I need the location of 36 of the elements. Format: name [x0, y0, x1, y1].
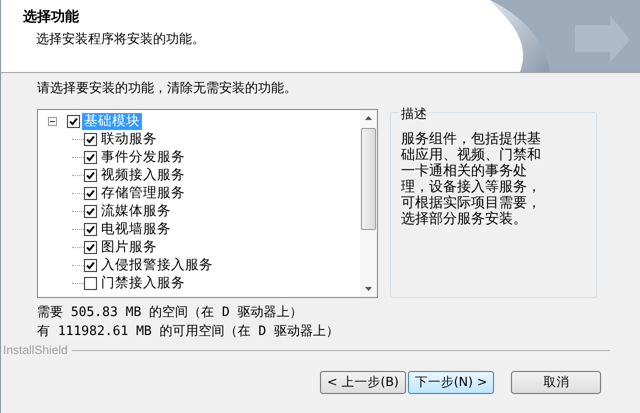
tree-item[interactable]: 联动服务: [99, 130, 159, 148]
brand-label: InstallShield: [3, 343, 68, 357]
scrollbar-thumb[interactable]: [361, 128, 376, 230]
scroll-up-icon[interactable]: [365, 116, 372, 120]
checkbox[interactable]: [84, 132, 97, 146]
disk-space-text: 有 111982.61 MB 的可用空间（在 D 驱动器上）: [37, 323, 340, 341]
group-title: 描述: [399, 105, 429, 123]
checkbox[interactable]: [84, 240, 97, 254]
scroll-down-icon[interactable]: [365, 287, 372, 291]
back-button[interactable]: < 上一步(B): [320, 371, 406, 394]
tree-item[interactable]: 图片服务: [99, 238, 159, 256]
instruction-text: 请选择要安装的功能，清除无需安装的功能。: [37, 80, 298, 98]
checkbox[interactable]: [84, 276, 97, 290]
tree-item[interactable]: 入侵报警接入服务: [99, 256, 215, 274]
tree-item[interactable]: 事件分发服务: [99, 148, 187, 166]
cancel-button[interactable]: 取消: [511, 371, 602, 394]
checkbox[interactable]: [84, 186, 97, 200]
page-subtitle: 选择安装程序将安装的功能。: [35, 31, 205, 48]
tree-item[interactable]: 流媒体服务: [99, 202, 173, 220]
checkbox[interactable]: [84, 258, 97, 272]
checkbox[interactable]: [84, 150, 97, 164]
page-title: 选择功能: [23, 8, 80, 26]
disk-space-text: 需要 505.83 MB 的空间（在 D 驱动器上）: [37, 304, 304, 322]
tree-item[interactable]: 电视墙服务: [99, 220, 173, 238]
tree-item[interactable]: 存储管理服务: [99, 184, 187, 202]
scrollbar[interactable]: [360, 110, 377, 297]
tree-item[interactable]: 门禁接入服务: [99, 274, 187, 292]
tree-item[interactable]: 视频接入服务: [99, 166, 187, 184]
description-text: 服务组件，包括提供基础应用、视频、门禁和一卡通相关的事务处理，设备接入等服务，可根据实际项目需要，选择部分服务安装。: [401, 131, 542, 227]
feature-tree[interactable]: 基础模块 联动服务 事件分发服务 视频接入服务 存储管理服务 流媒体服务 电视墙服务 图片服务 入侵报警接入服务 门禁接入服务: [37, 109, 378, 298]
checkbox[interactable]: [84, 222, 97, 236]
checkbox[interactable]: [84, 204, 97, 218]
collapse-icon[interactable]: [48, 116, 57, 126]
next-button[interactable]: 下一步(N) >: [408, 371, 494, 394]
checkbox[interactable]: [67, 114, 80, 128]
checkbox[interactable]: [84, 168, 97, 182]
